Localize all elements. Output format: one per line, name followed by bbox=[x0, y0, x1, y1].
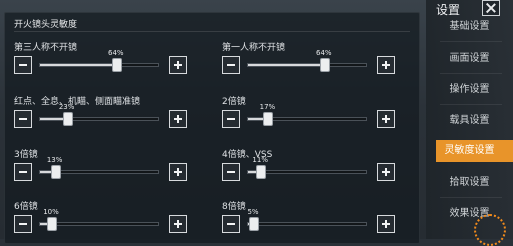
slider-thumb[interactable] bbox=[249, 217, 259, 231]
percent-value: 11% bbox=[252, 156, 268, 164]
setting-label: 第一人称不开镜 bbox=[222, 43, 286, 53]
sidebar-divider bbox=[440, 41, 502, 42]
setting-fpp-no-scope: 第一人称不开镜 64% bbox=[222, 40, 397, 78]
slider-thumb[interactable] bbox=[47, 217, 57, 231]
slider-track[interactable] bbox=[247, 217, 367, 231]
slider-thumb[interactable] bbox=[50, 165, 61, 179]
slider-thumb[interactable] bbox=[62, 112, 73, 126]
setting-8x-scope: 8倍镜 5% bbox=[222, 199, 397, 237]
minus-button[interactable] bbox=[14, 56, 32, 74]
setting-label: 红点、全息、机瞄、侧面瞄准镜 bbox=[14, 97, 141, 107]
sidebar-item-graphics[interactable]: 画面设置 bbox=[436, 48, 513, 70]
sidebar-item-controls[interactable]: 操作设置 bbox=[436, 79, 513, 101]
close-button[interactable] bbox=[482, 0, 500, 16]
setting-3x-scope: 3倍镜 13% bbox=[14, 147, 189, 185]
plus-button[interactable] bbox=[169, 56, 187, 74]
sidebar-divider bbox=[440, 197, 502, 198]
section-title: 开火镜头灵敏度 bbox=[14, 20, 78, 30]
setting-label: 8倍镜 bbox=[222, 202, 246, 212]
percent-value: 10% bbox=[43, 208, 59, 216]
sidebar-item-basic[interactable]: 基础设置 bbox=[436, 16, 513, 38]
minus-button[interactable] bbox=[222, 163, 240, 181]
setting-tpp-no-scope: 第三人称不开镜 64% bbox=[14, 40, 189, 78]
setting-label: 第三人称不开镜 bbox=[14, 43, 78, 53]
slider-track[interactable] bbox=[39, 58, 159, 72]
slider-fill bbox=[40, 64, 117, 66]
sun-emblem-icon bbox=[474, 214, 506, 246]
sidebar-divider bbox=[440, 73, 502, 74]
plus-button[interactable] bbox=[377, 163, 395, 181]
percent-value: 64% bbox=[316, 49, 332, 57]
plus-button[interactable] bbox=[377, 215, 395, 233]
sidebar-divider bbox=[440, 104, 502, 105]
plus-button[interactable] bbox=[169, 163, 187, 181]
slider-thumb[interactable] bbox=[111, 58, 122, 72]
slider-thumb[interactable] bbox=[319, 58, 330, 72]
plus-button[interactable] bbox=[377, 56, 395, 74]
slider-thumb[interactable] bbox=[256, 165, 267, 179]
slider-track[interactable] bbox=[39, 217, 159, 231]
slider-track[interactable] bbox=[247, 165, 367, 179]
slider-track[interactable] bbox=[39, 112, 159, 126]
plus-button[interactable] bbox=[169, 215, 187, 233]
sidebar-item-pickup[interactable]: 拾取设置 bbox=[436, 172, 513, 194]
slider-track[interactable] bbox=[247, 58, 367, 72]
setting-6x-scope: 6倍镜 10% bbox=[14, 199, 189, 237]
percent-value: 5% bbox=[247, 208, 259, 216]
setting-label: 2倍镜 bbox=[222, 97, 246, 107]
percent-value: 17% bbox=[259, 103, 276, 111]
setting-2x-scope: 2倍镜 17% bbox=[222, 94, 397, 132]
minus-button[interactable] bbox=[222, 215, 240, 233]
percent-value: 64% bbox=[108, 49, 124, 57]
slider-track[interactable] bbox=[247, 112, 367, 126]
minus-button[interactable] bbox=[14, 163, 32, 181]
slider-thumb[interactable] bbox=[263, 112, 274, 126]
slider-track[interactable] bbox=[39, 165, 159, 179]
sidebar-item-sensitivity[interactable]: 灵敏度设置 bbox=[436, 140, 513, 162]
setting-label: 6倍镜 bbox=[14, 202, 38, 212]
minus-button[interactable] bbox=[14, 215, 32, 233]
minus-button[interactable] bbox=[222, 56, 240, 74]
plus-button[interactable] bbox=[169, 110, 187, 128]
minus-button[interactable] bbox=[14, 110, 32, 128]
section-divider bbox=[14, 31, 410, 32]
setting-red-dot: 红点、全息、机瞄、侧面瞄准镜 23% bbox=[14, 94, 189, 132]
setting-label: 3倍镜 bbox=[14, 150, 38, 160]
percent-value: 23% bbox=[58, 103, 75, 111]
percent-value: 13% bbox=[46, 156, 63, 164]
slider-fill bbox=[248, 64, 325, 66]
sidebar-item-vehicle[interactable]: 载具设置 bbox=[436, 110, 513, 132]
plus-button[interactable] bbox=[377, 110, 395, 128]
minus-button[interactable] bbox=[222, 110, 240, 128]
setting-4x-scope: 4倍镜、VSS 11% bbox=[222, 147, 397, 185]
